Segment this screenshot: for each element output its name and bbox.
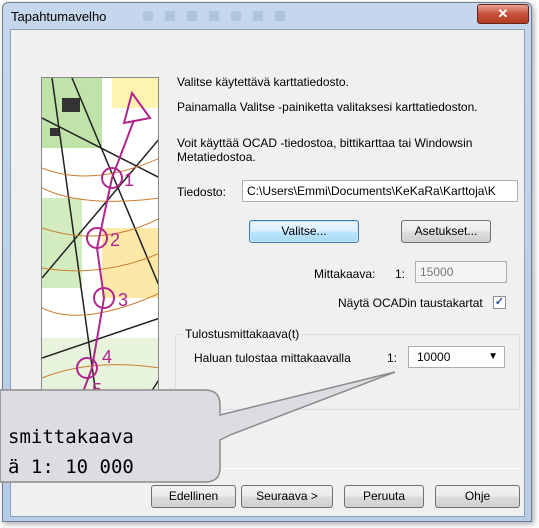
help-button[interactable]: Ohje	[435, 485, 520, 508]
chevron-down-icon: ▼	[488, 351, 498, 362]
title-bar-background-blur	[143, 11, 293, 21]
show-background-map-label: Näytä OCADin taustakartat	[338, 296, 483, 310]
callout-text-2: ä 1: 10 000	[8, 456, 134, 478]
scale-prefix: 1:	[395, 267, 406, 281]
callout-text-1: smittakaava	[8, 426, 134, 448]
scale-label: Mittakaava:	[314, 267, 376, 281]
file-label: Tiedosto:	[177, 185, 226, 199]
close-button[interactable]: ✕	[477, 4, 529, 24]
window-title: Tapahtumavelho	[11, 9, 107, 24]
settings-button[interactable]: Asetukset...	[401, 220, 491, 243]
intro-text-3a: Voit käyttää OCAD -tiedostoa, bittikartt…	[177, 136, 473, 150]
control-number-1: 1	[124, 170, 134, 190]
intro-text-3b: Metatiedostoa.	[177, 150, 256, 164]
print-scale-group-title: Tulostusmittakaava(t)	[183, 327, 302, 341]
print-scale-selected-value: 10000	[417, 350, 451, 364]
print-scale-dropdown[interactable]: 10000 ▼	[408, 346, 505, 368]
intro-text-1: Valitse käytettävä karttatiedosto.	[177, 75, 349, 89]
show-background-map-checkbox[interactable]: ✓	[493, 296, 506, 309]
control-number-2: 2	[110, 230, 120, 250]
file-path-field[interactable]: C:\Users\Emmi\Documents\KeKaRa\Karttoja\…	[242, 180, 518, 202]
select-file-button[interactable]: Valitse...	[249, 220, 359, 243]
control-number-3: 3	[118, 290, 128, 310]
intro-text-2: Painamalla Valitse -painiketta valitakse…	[177, 100, 478, 114]
scale-field: 15000	[415, 261, 507, 283]
title-bar: Tapahtumavelho ✕	[3, 3, 531, 29]
